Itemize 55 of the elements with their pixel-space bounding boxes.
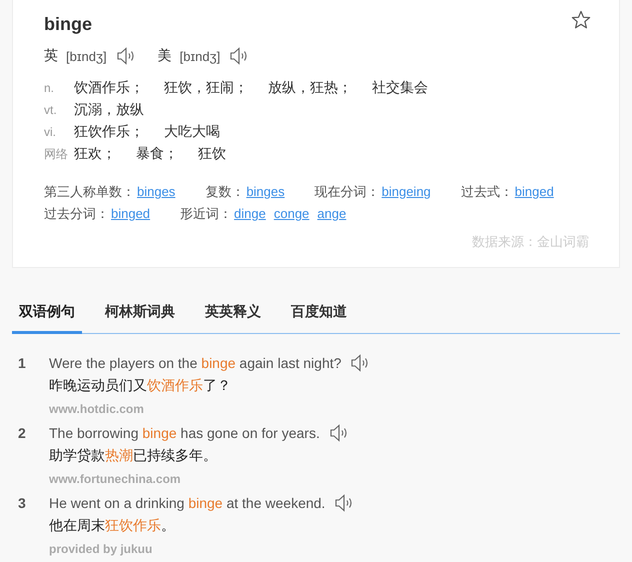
tab[interactable]: 柯林斯词典 [98, 293, 182, 334]
word-link[interactable]: conge [274, 203, 310, 225]
star-icon[interactable] [571, 10, 591, 30]
meaning: 暴食； [136, 144, 178, 163]
word-link[interactable]: binges [137, 181, 176, 203]
example-number: 3 [17, 494, 27, 513]
meaning: 社交集会 [372, 78, 428, 97]
word-link[interactable]: binges [246, 181, 285, 203]
word-link[interactable]: binged [111, 203, 150, 225]
phonetic: [bɪndʒ] [66, 48, 107, 64]
meaning: 狂欢； [74, 144, 116, 163]
tab[interactable]: 双语例句 [12, 293, 82, 334]
word-link[interactable]: binged [514, 181, 554, 203]
meaning: 沉溺，放纵 [74, 100, 144, 119]
meaning: 狂饮作乐； [74, 122, 144, 141]
part-of-speech: vi. [44, 124, 57, 141]
meaning: 大吃大喝 [164, 122, 220, 141]
english-sentence: Were the players on the binge again last night? [49, 355, 342, 371]
meaning: 饮酒作乐； [74, 78, 144, 97]
accent-label: 美 [158, 47, 172, 65]
example-source: www.hotdic.com [49, 402, 144, 416]
meaning: 放纵，狂热； [268, 78, 352, 97]
form-label: 形近词： [180, 205, 232, 223]
word-link[interactable]: dinge [234, 203, 266, 225]
speaker-icon[interactable] [351, 354, 370, 372]
tab[interactable]: 百度知道 [284, 293, 354, 334]
accent-label: 英 [44, 47, 58, 65]
tab[interactable]: 英英释义 [198, 293, 268, 334]
word-link[interactable]: ange [317, 203, 346, 225]
part-of-speech: n. [44, 80, 56, 97]
word-link[interactable]: bingeing [382, 181, 431, 203]
english-sentence: He went on a drinking binge at the weekend. [49, 495, 326, 511]
example-source: www.fortunechina.com [49, 472, 181, 486]
example-number: 1 [17, 354, 27, 373]
headword: binge [44, 13, 92, 36]
form-label: 复数： [205, 183, 244, 201]
form-label: 现在分词： [314, 183, 380, 201]
chinese-translation: 昨晚运动员们又饮酒作乐了？ [49, 377, 231, 395]
part-of-speech: vt. [44, 102, 58, 119]
chinese-translation: 他在周末狂饮作乐。 [49, 517, 175, 535]
phonetic: [bɪndʒ] [180, 48, 220, 64]
meaning: 狂饮 [198, 144, 226, 163]
example-source: provided by jukuu [49, 542, 152, 556]
speaker-icon[interactable] [116, 47, 136, 65]
form-label: 过去式： [460, 183, 513, 201]
part-of-speech: 网络 [44, 146, 69, 163]
speaker-icon[interactable] [335, 494, 354, 512]
english-sentence: The borrowing binge has gone on for years. [49, 425, 320, 441]
form-label: 过去分词： [44, 205, 109, 223]
meaning: 狂饮，狂闹； [164, 78, 248, 97]
example-number: 2 [17, 424, 27, 443]
chinese-translation: 助学贷款热潮已持续多年。 [49, 447, 217, 465]
speaker-icon[interactable] [230, 47, 250, 65]
form-label: 第三人称单数： [44, 183, 135, 201]
speaker-icon[interactable] [330, 424, 349, 442]
